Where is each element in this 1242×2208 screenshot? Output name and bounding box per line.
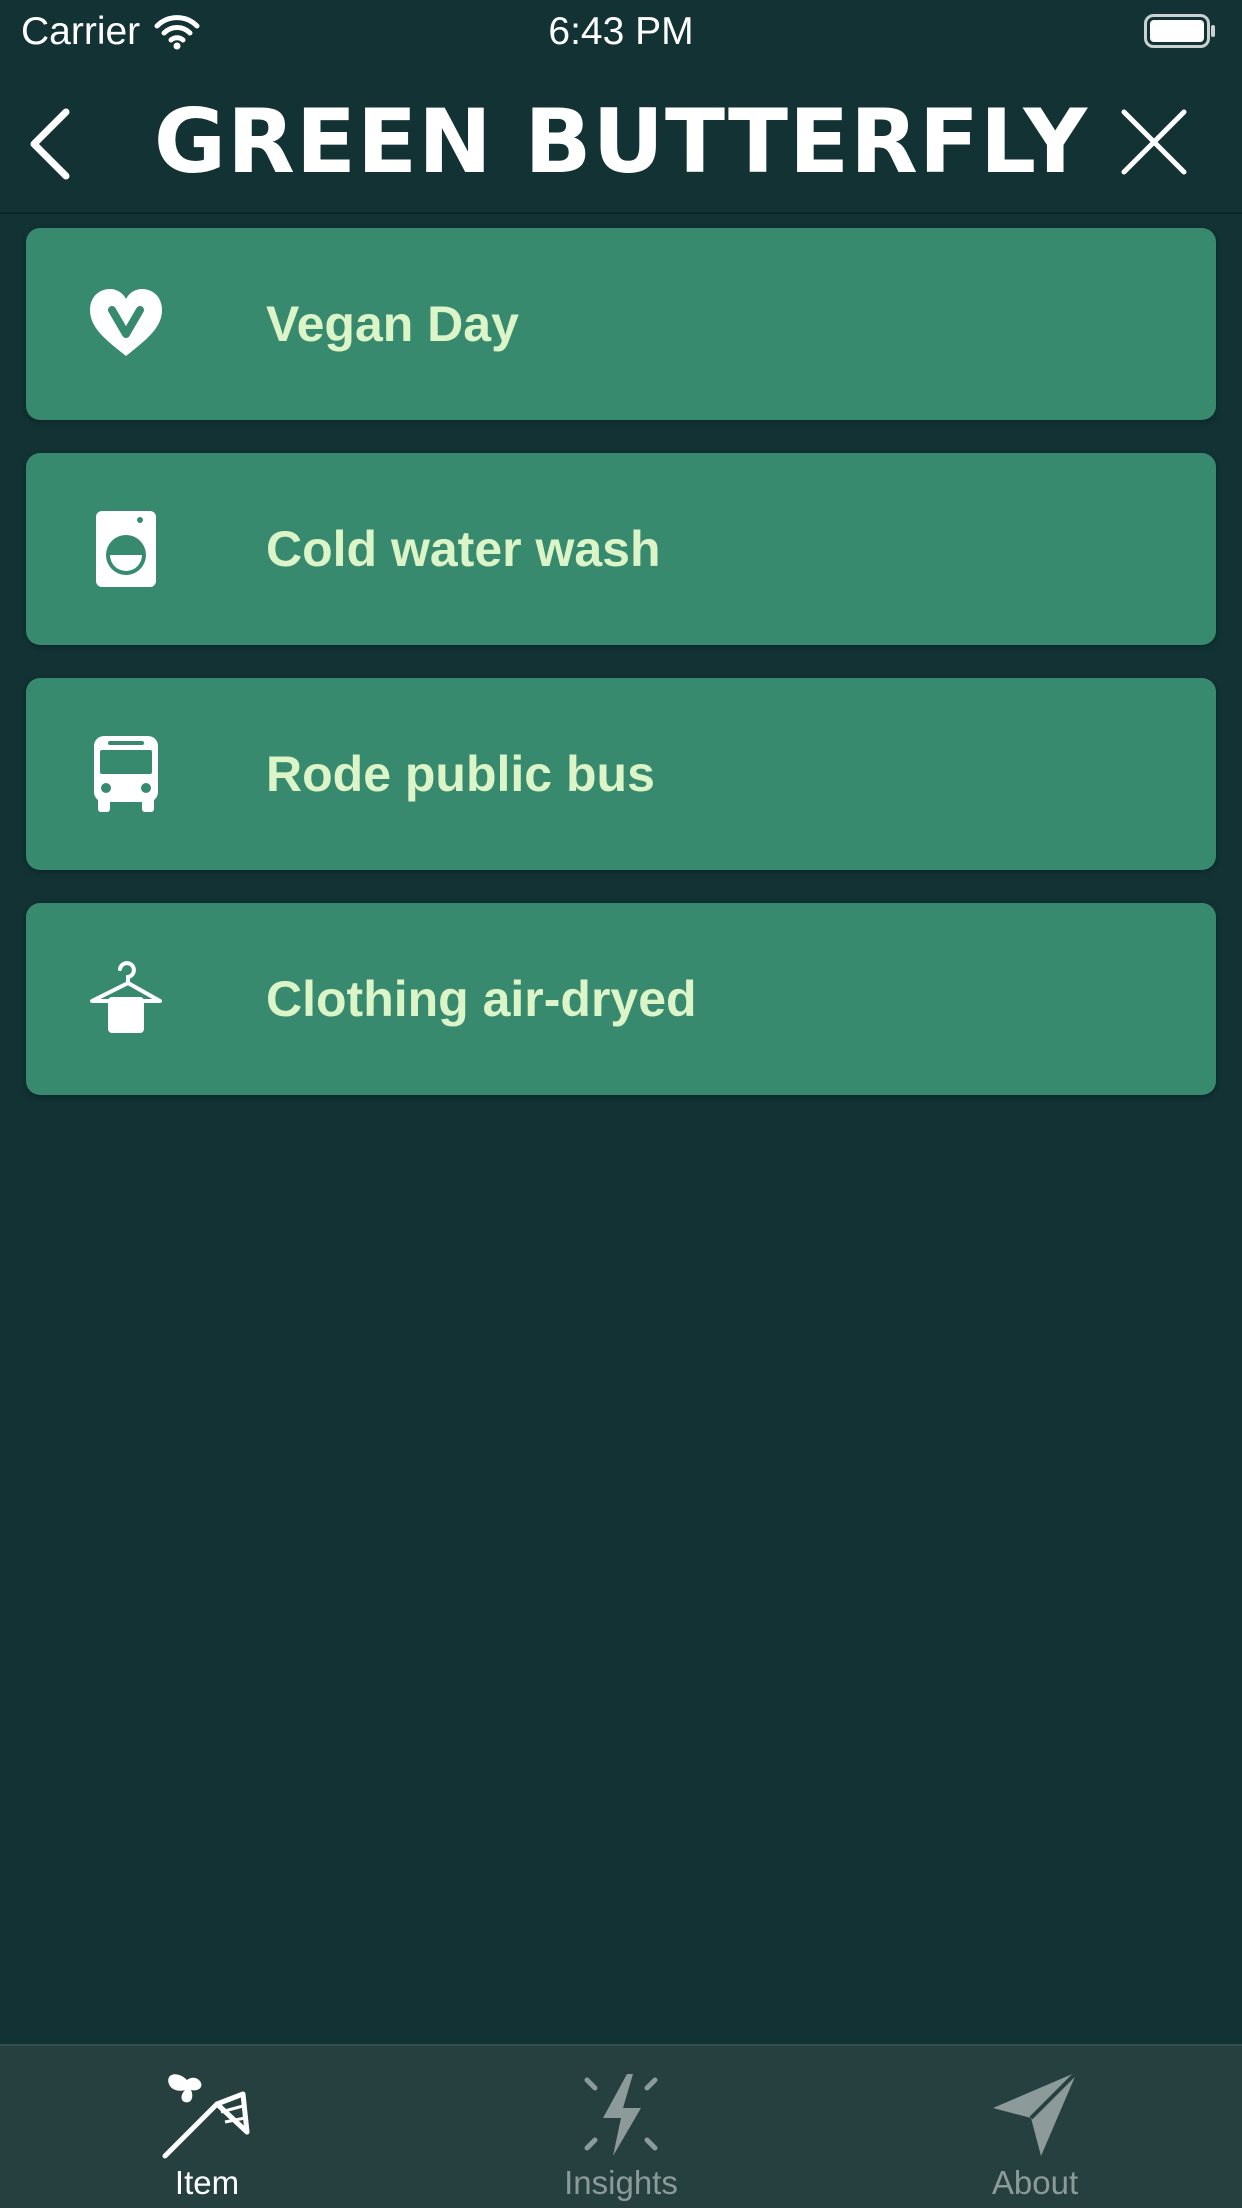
hanger-icon xyxy=(90,961,162,1033)
bus-icon xyxy=(94,736,158,812)
tab-label: Item xyxy=(174,2164,240,2201)
lightning-icon xyxy=(584,2074,658,2156)
navigation-bar: GREEN BUTTERFLY xyxy=(0,68,1242,214)
list-item-label: Clothing air-dryed xyxy=(266,971,697,1027)
list-item-rode-public-bus[interactable]: Rode public bus xyxy=(26,678,1216,870)
vegan-heart-icon xyxy=(90,289,162,356)
tab-bar: Item Insights About xyxy=(0,2044,1242,2208)
washing-machine-icon xyxy=(96,511,156,587)
close-icon[interactable] xyxy=(1116,104,1192,180)
list-item-label: Rode public bus xyxy=(266,746,655,802)
status-time: 6:43 PM xyxy=(548,10,694,53)
activity-list: Vegan Day Cold water wash Rode public bu… xyxy=(26,228,1216,1128)
tab-about[interactable]: About xyxy=(828,2046,1242,2208)
tab-label: Insights xyxy=(564,2164,678,2201)
paper-plane-icon xyxy=(993,2070,1079,2156)
tab-insights[interactable]: Insights xyxy=(414,2046,828,2208)
status-bar: Carrier 6:43 PM xyxy=(0,0,1242,68)
list-item-vegan-day[interactable]: Vegan Day xyxy=(26,228,1216,420)
app-screen: Carrier 6:43 PM GREEN BUTTERFLY Vegan Da… xyxy=(0,0,1242,2208)
list-item-label: Vegan Day xyxy=(266,296,519,352)
list-item-cold-water-wash[interactable]: Cold water wash xyxy=(26,453,1216,645)
app-title: GREEN BUTTERFLY xyxy=(153,90,1089,193)
list-item-clothing-air-dryed[interactable]: Clothing air-dryed xyxy=(26,903,1216,1095)
butterfly-net-icon xyxy=(162,2074,250,2159)
list-item-label: Cold water wash xyxy=(266,521,661,577)
battery-full-icon xyxy=(1144,14,1215,48)
tab-item[interactable]: Item xyxy=(0,2046,414,2208)
tab-label: About xyxy=(991,2164,1079,2201)
